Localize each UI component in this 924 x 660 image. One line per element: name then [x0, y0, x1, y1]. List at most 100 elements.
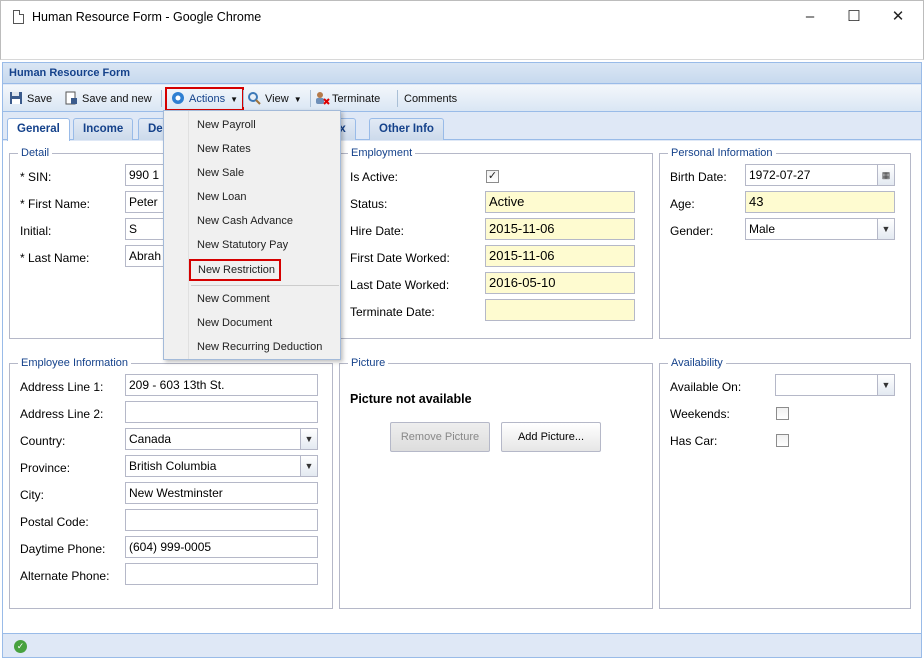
country-value: Canada — [129, 432, 172, 446]
is-active-checkbox[interactable]: ✓ — [486, 170, 499, 183]
personal-info-legend: Personal Information — [671, 147, 773, 159]
last-name-label: * Last Name: — [20, 251, 90, 265]
save-button[interactable]: Save — [9, 89, 52, 109]
menu-separator — [191, 285, 339, 286]
menu-item-new-document[interactable]: New Document — [190, 312, 272, 334]
chevron-down-icon[interactable]: ▼ — [877, 219, 894, 239]
form-header: Human Resource Form — [3, 63, 921, 84]
availability-legend: Availability — [671, 357, 723, 369]
daytime-phone-field[interactable]: (604) 999-0005 — [125, 536, 318, 558]
comments-button[interactable]: Comments — [404, 89, 457, 109]
birth-date-label: Birth Date: — [670, 170, 727, 184]
initial-label: Initial: — [20, 224, 52, 238]
close-icon[interactable]: ✕ — [875, 5, 921, 29]
actions-icon — [171, 91, 185, 105]
terminate-date-label: Terminate Date: — [350, 305, 435, 319]
view-label: View — [265, 93, 289, 105]
province-select[interactable]: British Columbia ▼ — [125, 455, 318, 477]
first-worked-label: First Date Worked: — [350, 251, 450, 265]
address-bar[interactable] — [0, 33, 924, 60]
last-name-field[interactable]: Abrah — [125, 245, 165, 267]
add-picture-button[interactable]: Add Picture... — [501, 422, 601, 452]
hire-date-field[interactable]: 2015-11-06 — [485, 218, 635, 240]
birth-date-field[interactable]: 1972-07-27 ▦ — [745, 164, 895, 186]
tab-strip: General Income Ded ax Other Info — [3, 113, 921, 141]
toolbar-separator — [397, 90, 398, 107]
has-car-checkbox[interactable] — [776, 434, 789, 447]
maximize-icon[interactable]: ☐ — [831, 5, 877, 29]
province-label: Province: — [20, 461, 71, 475]
address2-field[interactable] — [125, 401, 318, 423]
country-select[interactable]: Canada ▼ — [125, 428, 318, 450]
postal-code-field[interactable] — [125, 509, 318, 531]
new-document-icon — [64, 91, 78, 105]
employment-legend: Employment — [351, 147, 413, 159]
is-active-label: Is Active: — [350, 170, 399, 184]
postal-code-label: Postal Code: — [20, 515, 89, 529]
tab-other-info[interactable]: Other Info — [369, 118, 444, 140]
picture-legend: Picture — [351, 357, 386, 369]
status-label: Status: — [350, 197, 388, 211]
sin-label: * SIN: — [20, 170, 52, 184]
menu-item-new-statutory-pay[interactable]: New Statutory Pay — [190, 234, 288, 256]
sin-field[interactable]: 990 1 — [125, 164, 165, 186]
tab-income[interactable]: Income — [73, 118, 134, 140]
chevron-down-icon[interactable]: ▼ — [300, 429, 317, 449]
calendar-icon[interactable]: ▦ — [877, 165, 894, 185]
gender-select[interactable]: Male ▼ — [745, 218, 895, 240]
chevron-down-icon: ▼ — [293, 95, 302, 104]
tab-general[interactable]: General — [7, 118, 70, 141]
terminate-button[interactable]: Terminate — [314, 89, 380, 109]
menu-item-new-recurring-deduction[interactable]: New Recurring Deduction — [190, 336, 322, 358]
menu-item-new-comment[interactable]: New Comment — [190, 288, 270, 310]
last-worked-field[interactable]: 2016-05-10 — [485, 272, 635, 294]
remove-picture-button[interactable]: Remove Picture — [390, 422, 490, 452]
initial-field[interactable]: S — [125, 218, 165, 240]
page-icon — [13, 10, 24, 24]
available-on-select[interactable]: ▼ — [775, 374, 895, 396]
browser-title-bar: Human Resource Form - Google Chrome – ☐ … — [0, 0, 924, 33]
chevron-down-icon[interactable]: ▼ — [877, 375, 894, 395]
actions-menu: New Payroll New Rates New Sale New Loan … — [163, 110, 341, 360]
actions-label: Actions — [189, 93, 226, 105]
age-field[interactable]: 43 — [745, 191, 895, 213]
save-and-new-button[interactable]: Save and new — [64, 89, 152, 109]
menu-item-new-rates[interactable]: New Rates — [190, 138, 251, 160]
view-button[interactable]: View ▼ — [247, 89, 302, 109]
address1-field[interactable]: 209 - 603 13th St. — [125, 374, 318, 396]
status-field[interactable]: Active — [485, 191, 635, 213]
menu-item-new-cash-advance[interactable]: New Cash Advance — [190, 210, 293, 232]
hr-form-window: Human Resource Form Save Save and new Ac… — [2, 62, 922, 658]
alternate-phone-field[interactable] — [125, 563, 318, 585]
first-name-field[interactable]: Peter — [125, 191, 165, 213]
minimize-icon[interactable]: – — [787, 5, 833, 29]
has-car-label: Has Car: — [670, 434, 718, 448]
weekends-checkbox[interactable] — [776, 407, 789, 420]
comments-label: Comments — [404, 93, 458, 105]
province-value: British Columbia — [129, 459, 217, 473]
menu-item-new-loan[interactable]: New Loan — [190, 186, 247, 208]
menu-item-new-restriction[interactable]: New Restriction — [189, 259, 281, 281]
terminate-date-field[interactable] — [485, 299, 635, 321]
available-on-label: Available On: — [670, 380, 742, 394]
gender-value: Male — [749, 222, 776, 236]
save-and-new-label: Save and new — [82, 93, 152, 105]
toolbar-separator — [161, 90, 162, 107]
first-name-label: * First Name: — [20, 197, 91, 211]
actions-button[interactable]: Actions ▼ — [165, 87, 245, 111]
employee-info-legend: Employee Information — [21, 357, 128, 369]
checkmark-icon: ✓ — [14, 640, 27, 653]
toolbar-separator — [310, 90, 311, 107]
chevron-down-icon[interactable]: ▼ — [300, 456, 317, 476]
save-label: Save — [27, 93, 53, 105]
menu-item-new-sale[interactable]: New Sale — [190, 162, 244, 184]
first-worked-field[interactable]: 2015-11-06 — [485, 245, 635, 267]
city-field[interactable]: New Westminster — [125, 482, 318, 504]
gender-label: Gender: — [670, 224, 714, 238]
menu-item-new-payroll[interactable]: New Payroll — [190, 114, 256, 136]
age-label: Age: — [670, 197, 695, 211]
alternate-phone-label: Alternate Phone: — [20, 569, 110, 583]
toolbar: Save Save and new Actions ▼ View ▼ Termi… — [3, 85, 921, 112]
toolbar-separator — [243, 90, 244, 107]
address2-label: Address Line 2: — [20, 407, 104, 421]
